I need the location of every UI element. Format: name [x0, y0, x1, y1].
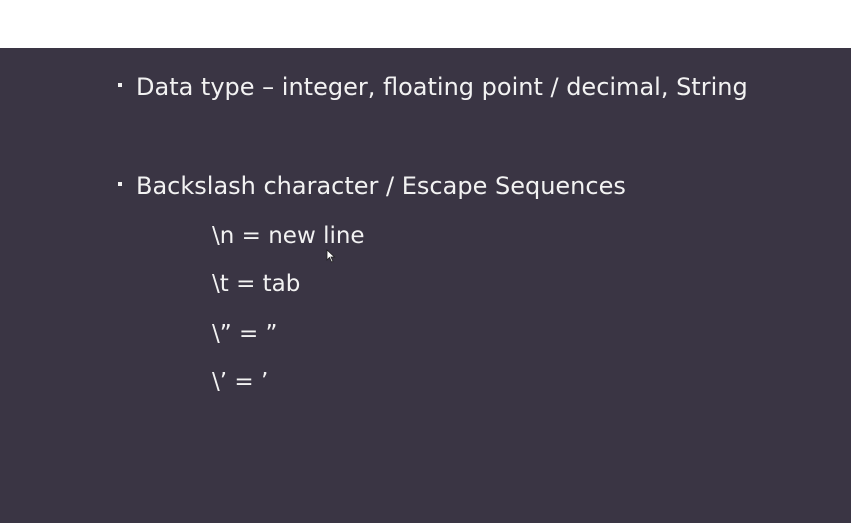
bullet-dot-icon — [118, 182, 122, 186]
escape-tab: \t = tab — [212, 271, 301, 297]
bullet-data-type: Data type – integer, floating point / de… — [118, 72, 748, 102]
escape-single-quote: \’ = ’ — [212, 369, 269, 395]
top-margin — [0, 0, 851, 48]
bullet-dot-icon — [118, 83, 122, 87]
bullet-text: Data type – integer, floating point / de… — [136, 73, 748, 101]
bullet-escape-sequences: Backslash character / Escape Sequences — [118, 171, 626, 201]
escape-double-quote: \” = ” — [212, 321, 278, 347]
escape-newline: \n = new line — [212, 223, 365, 249]
mouse-pointer-icon — [326, 249, 336, 263]
presentation-slide: Data type – integer, floating point / de… — [0, 48, 851, 523]
bullet-text: Backslash character / Escape Sequences — [136, 172, 626, 200]
